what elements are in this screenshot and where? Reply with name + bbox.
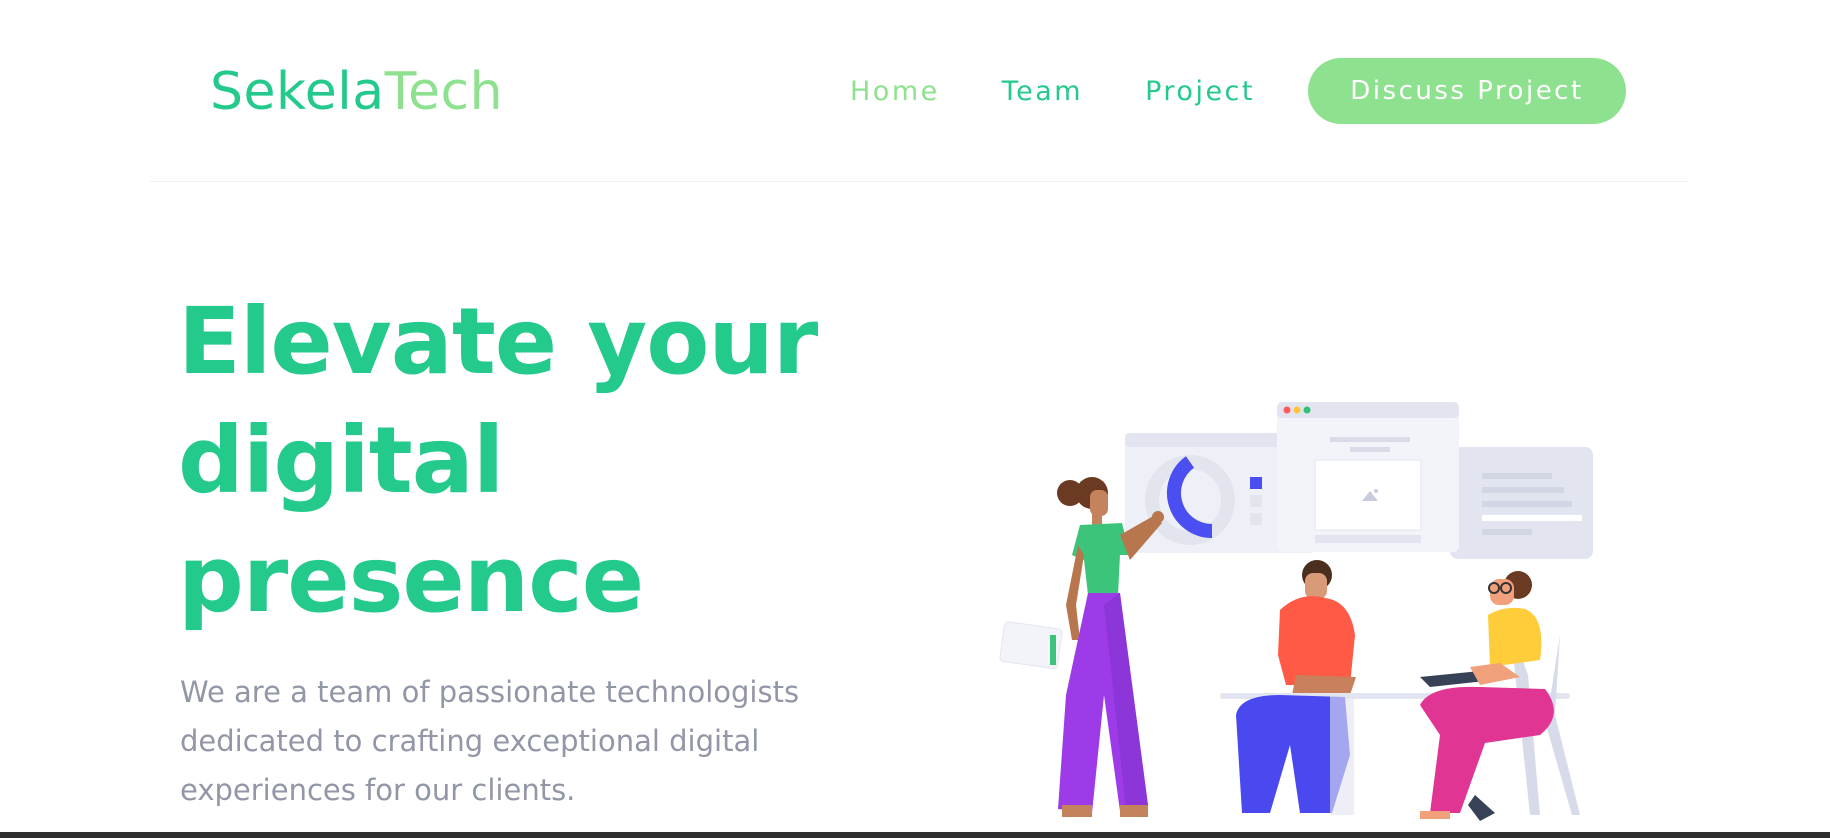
- browser-window-icon: [1277, 402, 1459, 552]
- document-card-icon: [1450, 447, 1593, 559]
- illustration-svg: [999, 402, 1593, 821]
- hero-subtitle-line-3: experiences for our clients.: [180, 773, 576, 807]
- hero-title-line-1: Elevate your: [178, 288, 818, 395]
- hero-subtitle: We are a team of passionate technologist…: [180, 668, 860, 815]
- nav-team[interactable]: Team: [1002, 76, 1083, 107]
- nav-project[interactable]: Project: [1145, 76, 1255, 107]
- hero-subtitle-line-2: dedicated to crafting exceptional digita…: [180, 724, 760, 758]
- team-collaboration-illustration: [980, 395, 1610, 835]
- hero-title-line-3: presence: [178, 526, 644, 633]
- main-nav: Home Team Project: [850, 58, 1317, 124]
- logo[interactable]: SekelaTech: [210, 58, 503, 126]
- seated-woman-icon: [1420, 571, 1580, 821]
- logo-part-2: Tech: [384, 62, 504, 122]
- hero-title: Elevate your digital presence: [178, 282, 878, 639]
- nav-home[interactable]: Home: [850, 76, 940, 107]
- bottom-edge-bar: [0, 832, 1830, 838]
- hero-title-line-2: digital: [178, 407, 504, 514]
- hero-subtitle-line-1: We are a team of passionate technologist…: [180, 675, 800, 709]
- discuss-project-button[interactable]: Discuss Project: [1308, 58, 1626, 124]
- site-header: SekelaTech Home Team Project Discuss Pro…: [150, 0, 1688, 182]
- logo-part-1: Sekela: [210, 62, 385, 122]
- presenter-person-icon: [999, 477, 1164, 817]
